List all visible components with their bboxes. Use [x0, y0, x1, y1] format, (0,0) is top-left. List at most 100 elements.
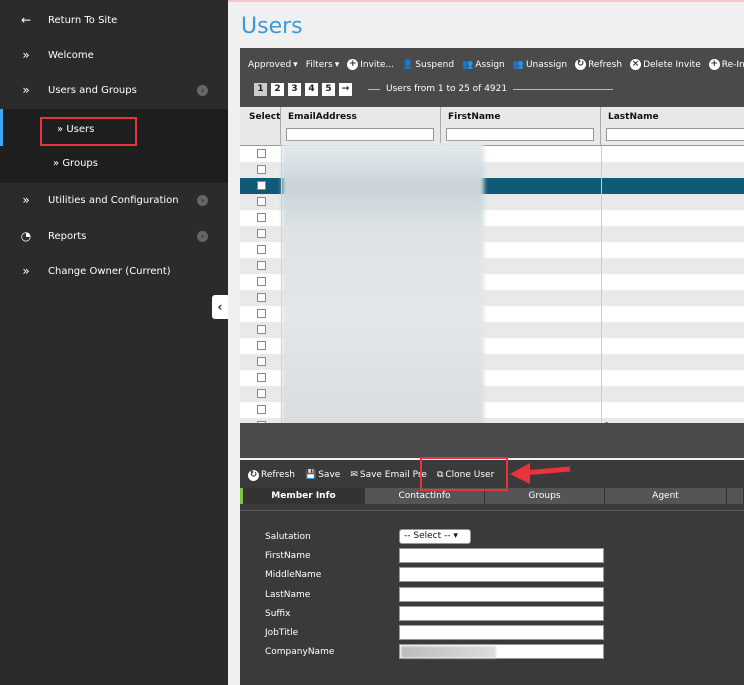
nav-welcome[interactable]: » Welcome — [0, 38, 228, 72]
nav-change-owner[interactable]: » Change Owner (Current) — [0, 254, 228, 288]
double-chevron-icon: » — [22, 48, 30, 62]
pie-chart-icon: ◔ — [20, 229, 32, 243]
redacted-region — [401, 646, 496, 658]
row-select-checkbox[interactable] — [257, 373, 266, 382]
firstname-field[interactable] — [399, 548, 604, 563]
save-button[interactable]: 💾 Save — [305, 470, 340, 480]
pager-info: Users from 1 to 25 of 4921 — [368, 84, 614, 94]
assign-label: Assign — [475, 59, 505, 70]
next-page-button[interactable]: → — [339, 82, 352, 96]
assign-button[interactable]: 👥 Assign — [462, 60, 505, 70]
row-select-checkbox[interactable] — [257, 245, 266, 254]
save-email-prefs-button[interactable]: ✉ Save Email Pre — [350, 470, 427, 480]
firstname-filter-input[interactable] — [446, 128, 594, 141]
invite-button[interactable]: + Invite... — [347, 59, 394, 70]
jobtitle-label: JobTitle — [265, 628, 299, 638]
email-filter-input[interactable] — [286, 128, 434, 141]
subnav-groups[interactable]: » Groups — [53, 158, 98, 169]
row-select-checkbox[interactable] — [257, 149, 266, 158]
users-grid-panel: Approved ▾ Filters ▾ + Invite... 👤 Suspend 👥… — [240, 48, 744, 458]
page-3-button[interactable]: 3 — [288, 82, 301, 96]
caret-down-icon: ▾ — [293, 59, 298, 70]
salutation-select[interactable]: -- Select -- ▾ — [399, 529, 471, 544]
salutation-label: Salutation — [265, 532, 311, 542]
lastname-field[interactable] — [399, 587, 604, 602]
nav-return-to-site[interactable]: ← Return To Site — [0, 3, 228, 37]
nav-utilities-configuration[interactable]: » Utilities and Configuration › — [0, 183, 228, 217]
plus-circle-icon: + — [347, 59, 359, 70]
row-select-checkbox[interactable] — [257, 261, 266, 270]
collapse-sidebar-button[interactable]: ‹ — [212, 295, 228, 319]
divider — [368, 88, 380, 90]
refresh-label: Refresh — [588, 59, 623, 70]
row-select-checkbox[interactable] — [257, 405, 266, 414]
filters-dropdown[interactable]: Filters ▾ — [306, 60, 340, 70]
caret-down-icon: ▾ — [334, 59, 340, 70]
double-chevron-icon: » — [22, 193, 30, 207]
row-select-checkbox[interactable] — [257, 293, 266, 302]
page-5-button[interactable]: 5 — [322, 82, 335, 96]
unassign-button[interactable]: 👥 Unassign — [513, 60, 567, 70]
row-select-checkbox[interactable] — [257, 309, 266, 318]
grid-toolbar: Approved ▾ Filters ▾ + Invite... 👤 Suspend 👥… — [240, 48, 744, 81]
delete-invite-button[interactable]: × Delete Invite — [630, 59, 701, 70]
tab-agent[interactable]: Agent — [605, 488, 727, 504]
users-table: Select EmailAddress FirstName LastName - — [240, 107, 744, 423]
plus-circle-icon: + — [708, 59, 720, 70]
users-highlight-box — [40, 117, 137, 146]
tab-overflow — [727, 488, 744, 504]
suffix-field[interactable] — [399, 606, 604, 621]
row-select-checkbox[interactable] — [257, 165, 266, 174]
jobtitle-field[interactable] — [399, 625, 604, 640]
lastname-label: LastName — [265, 590, 311, 600]
middlename-field[interactable] — [399, 567, 604, 582]
reinvite-label: Re-Invite — [721, 59, 744, 70]
page-1-button[interactable]: 1 — [254, 82, 267, 96]
row-select-checkbox[interactable] — [257, 277, 266, 286]
arrow-left-icon: ← — [20, 13, 32, 27]
salutation-value: -- Select -- — [404, 531, 451, 541]
row-select-checkbox[interactable] — [257, 197, 266, 206]
nav-reports[interactable]: ◔ Reports › — [0, 219, 228, 253]
nav-users-and-groups[interactable]: » Users and Groups › — [0, 73, 228, 107]
table-header: Select EmailAddress FirstName LastName — [240, 107, 744, 146]
row-select-checkbox[interactable] — [257, 341, 266, 350]
nav-label: Reports — [48, 230, 87, 242]
row-select-checkbox[interactable] — [257, 357, 266, 366]
middlename-label: MiddleName — [265, 570, 322, 580]
reinvite-button[interactable]: +Re-Invite — [708, 59, 744, 70]
nav-label: Users and Groups — [48, 84, 137, 96]
row-select-checkbox[interactable] — [257, 325, 266, 334]
clone-user-highlight-box — [420, 457, 508, 491]
delete-invite-label: Delete Invite — [643, 59, 701, 70]
nav-label: Change Owner (Current) — [48, 265, 171, 277]
row-select-checkbox[interactable] — [257, 229, 266, 238]
suspend-button[interactable]: 👤 Suspend — [402, 60, 454, 70]
refresh-icon: ↻ — [248, 469, 259, 481]
lastname-filter-input[interactable] — [606, 128, 744, 141]
tab-member-info[interactable]: Member Info — [240, 488, 365, 504]
row-select-checkbox[interactable] — [257, 181, 266, 190]
refresh-icon: ↻ — [575, 59, 587, 70]
nav-label: Return To Site — [48, 14, 118, 26]
companyname-field[interactable] — [399, 644, 604, 659]
detail-refresh-button[interactable]: ↻ Refresh — [248, 469, 295, 481]
redacted-region — [282, 143, 484, 423]
column-header-firstname[interactable]: FirstName — [441, 107, 601, 146]
page-4-button[interactable]: 4 — [305, 82, 318, 96]
double-chevron-icon: » — [22, 264, 30, 278]
approved-dropdown[interactable]: Approved ▾ — [248, 60, 298, 70]
row-select-checkbox[interactable] — [257, 389, 266, 398]
subnav-label: Groups — [62, 158, 98, 169]
refresh-label: Refresh — [261, 470, 295, 480]
row-select-checkbox[interactable] — [257, 213, 266, 222]
top-accent-line — [228, 0, 744, 2]
refresh-button[interactable]: ↻ Refresh — [575, 59, 622, 70]
column-header-email[interactable]: EmailAddress — [281, 107, 441, 146]
column-header-lastname[interactable]: LastName — [601, 107, 744, 146]
save-label: Save — [318, 470, 341, 480]
column-label: FirstName — [448, 112, 501, 122]
active-indicator — [0, 109, 3, 146]
users-icon: 👥 — [462, 59, 474, 70]
page-2-button[interactable]: 2 — [271, 82, 284, 96]
